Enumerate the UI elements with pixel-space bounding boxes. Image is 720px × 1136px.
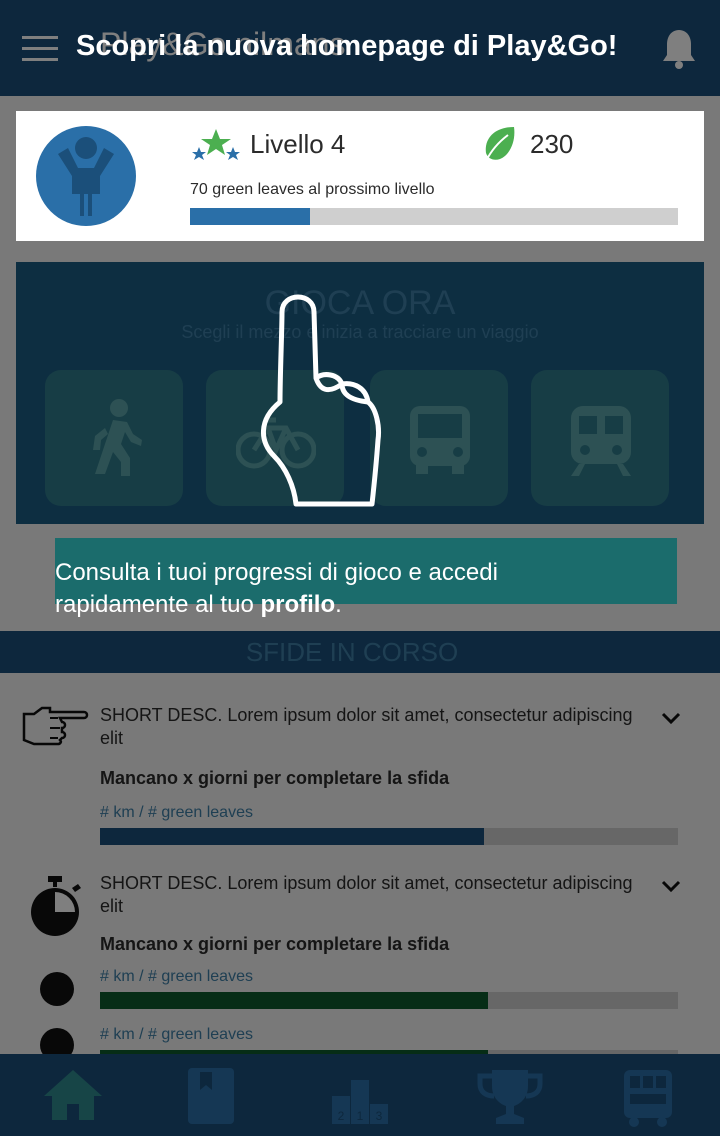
chevron-down-icon[interactable] — [660, 878, 682, 894]
bus-mode-button[interactable] — [370, 370, 508, 506]
bus-icon — [410, 406, 470, 474]
level-stars-icon — [192, 129, 240, 160]
challenge-progress-bar — [100, 992, 678, 1009]
bottom-navigation: 2 1 3 — [0, 1054, 720, 1136]
green-leaf-icon — [485, 127, 515, 162]
bell-icon[interactable] — [660, 28, 698, 70]
ranking-icon[interactable]: 2 1 3 — [330, 1066, 390, 1126]
pointing-hand-icon — [22, 706, 89, 746]
tour-text-end: . — [335, 591, 342, 618]
walk-icon — [93, 399, 142, 476]
tour-text-bold: profilo — [260, 591, 336, 618]
challenge-metric: # km / # green leaves — [100, 804, 253, 821]
svg-text:2: 2 — [338, 1109, 345, 1123]
challenges-header: SFIDE IN CORSO — [0, 631, 720, 673]
player-avatar-icon — [40, 972, 74, 1006]
svg-text:1: 1 — [357, 1109, 364, 1123]
svg-text:3: 3 — [376, 1109, 383, 1123]
menu-icon[interactable] — [22, 36, 58, 62]
user-icon — [58, 137, 114, 216]
train-mode-button[interactable] — [531, 370, 669, 506]
diary-icon[interactable] — [186, 1066, 236, 1126]
level-label: Livello 4 — [250, 129, 346, 159]
home-icon[interactable] — [42, 1066, 104, 1122]
tour-title: Scopri la nuova homepage di Play&Go! — [76, 30, 618, 62]
challenge-progress-fill — [100, 828, 485, 845]
avatar[interactable] — [36, 126, 136, 226]
challenge-description: SHORT DESC. Lorem ipsum dolor sit amet, … — [100, 705, 633, 748]
next-level-text: 70 green leaves al prossimo livello — [190, 181, 435, 198]
stopwatch-icon — [31, 876, 81, 936]
chevron-down-icon[interactable] — [660, 710, 682, 726]
challenge-remaining: Mancano x giorni per completare la sfida — [100, 768, 450, 788]
level-progress-bar — [190, 208, 678, 225]
tap-hand-icon — [261, 294, 381, 507]
trophy-icon[interactable] — [474, 1066, 546, 1128]
train-icon — [571, 406, 631, 476]
challenge-progress-fill — [100, 992, 489, 1009]
challenge-metric: # km / # green leaves — [100, 968, 253, 985]
transport-icon[interactable] — [618, 1066, 678, 1128]
challenges-title: SFIDE IN CORSO — [245, 637, 459, 667]
tour-text: Consulta i tuoi progressi di gioco e acc… — [55, 557, 615, 621]
level-progress-fill — [190, 208, 310, 225]
challenge-metric: # km / # green leaves — [100, 1026, 253, 1043]
profile-card[interactable]: Livello 4 230 70 green leaves al prossim… — [16, 111, 704, 241]
challenge-description: SHORT DESC. Lorem ipsum dolor sit amet, … — [100, 873, 633, 916]
walk-mode-button[interactable] — [45, 370, 183, 506]
challenge-progress-bar — [100, 828, 678, 845]
green-leaves-points: 230 — [530, 129, 574, 159]
challenge-remaining: Mancano x giorni per completare la sfida — [100, 934, 450, 954]
